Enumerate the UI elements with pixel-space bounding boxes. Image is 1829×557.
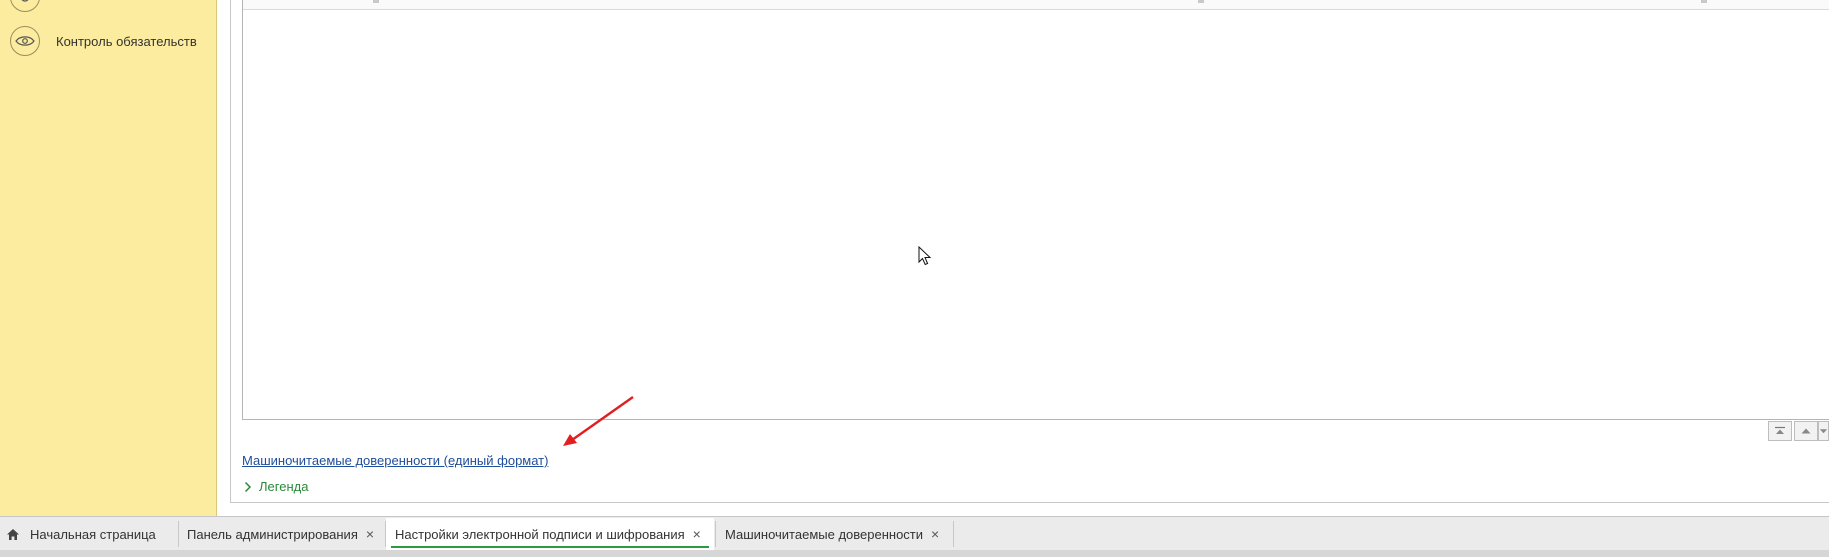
sidebar: Контроль обязательств	[0, 0, 217, 516]
scroll-to-top-icon	[1775, 426, 1785, 434]
scroll-to-top-button[interactable]	[1768, 421, 1792, 441]
header-separator	[1198, 0, 1204, 3]
legend-toggle[interactable]: Легенда	[244, 479, 308, 494]
main-content: Машиночитаемые доверенности (единый форм…	[218, 0, 1829, 516]
close-icon[interactable]: ×	[931, 526, 939, 542]
tab-home[interactable]: Начальная страница	[4, 518, 174, 550]
legend-label: Легенда	[259, 479, 309, 494]
sidebar-item-label: Контроль обязательств	[56, 33, 197, 49]
scroll-up-button[interactable]	[1794, 421, 1818, 441]
tab-divider	[953, 521, 954, 547]
chevron-right-icon	[244, 481, 252, 492]
close-icon[interactable]: ×	[366, 526, 374, 542]
tab-label: Машиночитаемые доверенности	[725, 526, 924, 542]
mouse-cursor-icon	[918, 246, 932, 266]
eye-icon	[10, 26, 40, 56]
header-separator	[373, 0, 379, 3]
active-tab-indicator	[391, 546, 709, 548]
close-icon[interactable]: ×	[693, 526, 701, 542]
bottom-strip	[0, 550, 1829, 557]
sidebar-item-partial[interactable]	[10, 0, 56, 12]
triangle-up-icon	[1801, 428, 1811, 434]
triangle-down-icon	[1819, 429, 1828, 434]
circle-icon	[10, 0, 40, 12]
tab-label: Начальная страница	[30, 526, 156, 542]
home-icon	[7, 528, 19, 540]
scroll-down-button[interactable]	[1818, 421, 1829, 441]
tab-label: Панель администрирования	[187, 526, 358, 542]
header-separator	[1701, 0, 1707, 3]
tab-machine-readable-poa[interactable]: Машиночитаемые доверенности ×	[716, 518, 953, 550]
sidebar-item-obligations-control[interactable]: Контроль обязательств	[10, 26, 197, 56]
machine-readable-poa-link[interactable]: Машиночитаемые доверенности (единый форм…	[242, 453, 548, 468]
data-table[interactable]	[242, 0, 1829, 420]
tab-admin-panel[interactable]: Панель администрирования ×	[179, 518, 384, 550]
tab-bar: Начальная страница Панель администрирова…	[0, 516, 1829, 550]
tab-label: Настройки электронной подписи и шифрован…	[395, 526, 685, 542]
table-header	[243, 0, 1829, 10]
tab-signature-settings[interactable]: Настройки электронной подписи и шифрован…	[386, 518, 714, 550]
